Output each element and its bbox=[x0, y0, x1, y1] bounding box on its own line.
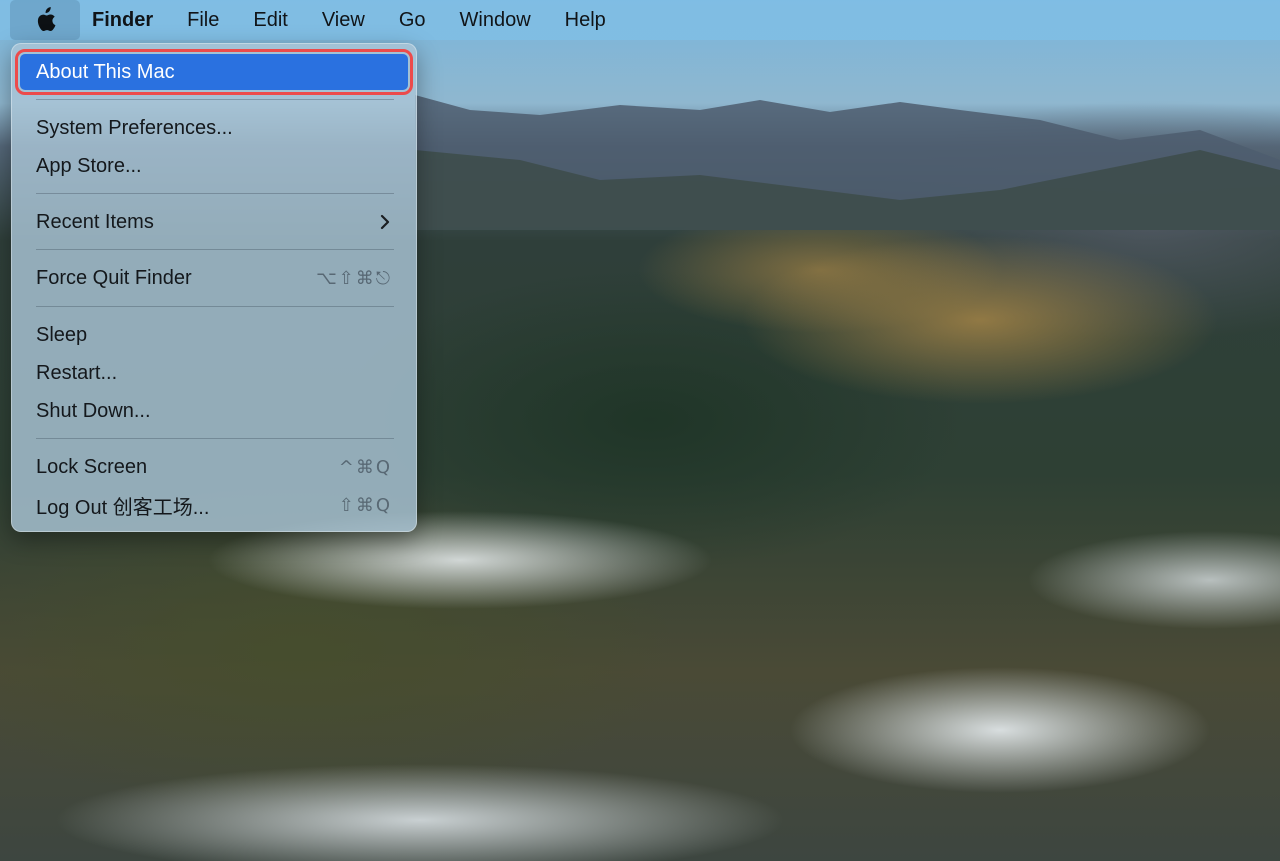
menu-separator bbox=[36, 99, 394, 100]
menu-app-finder[interactable]: Finder bbox=[80, 0, 170, 40]
menu-separator bbox=[36, 306, 394, 307]
menu-item-label: Restart... bbox=[36, 361, 118, 384]
menu-item-force-quit-finder[interactable]: Force Quit Finder ⌥⇧⌘⎋ bbox=[20, 260, 408, 296]
menu-item-system-preferences[interactable]: System Preferences... bbox=[20, 110, 408, 146]
force-quit-shortcut: ⌥⇧⌘⎋ bbox=[315, 267, 392, 289]
menu-go[interactable]: Go bbox=[382, 0, 443, 40]
apple-menu-dropdown: About This Mac System Preferences... App… bbox=[11, 43, 417, 532]
menu-separator bbox=[36, 438, 394, 439]
menu-separator bbox=[36, 249, 394, 250]
menu-file[interactable]: File bbox=[170, 0, 236, 40]
menu-item-recent-items[interactable]: Recent Items bbox=[20, 204, 408, 240]
menu-item-label: Recent Items bbox=[36, 210, 154, 233]
apple-menu-button[interactable] bbox=[10, 0, 80, 40]
chevron-right-icon bbox=[380, 214, 390, 230]
menu-item-app-store[interactable]: App Store... bbox=[20, 148, 408, 184]
menu-item-sleep[interactable]: Sleep bbox=[20, 317, 408, 353]
lock-screen-shortcut: ^⌘Q bbox=[338, 456, 392, 478]
menu-item-label: App Store... bbox=[36, 154, 142, 177]
log-out-shortcut: ⇧⌘Q bbox=[338, 494, 392, 516]
menu-item-label: Shut Down... bbox=[36, 399, 151, 422]
menu-help[interactable]: Help bbox=[548, 0, 623, 40]
menu-item-label: Force Quit Finder bbox=[36, 266, 192, 289]
menu-item-restart[interactable]: Restart... bbox=[20, 355, 408, 391]
menu-item-label: About This Mac bbox=[36, 60, 175, 83]
menu-item-shut-down[interactable]: Shut Down... bbox=[20, 393, 408, 429]
menu-item-about-this-mac[interactable]: About This Mac bbox=[15, 49, 413, 95]
menu-window[interactable]: Window bbox=[443, 0, 548, 40]
menu-separator bbox=[36, 193, 394, 194]
menu-item-label: Log Out 创客工场... bbox=[36, 496, 210, 519]
menu-item-log-out[interactable]: Log Out 创客工场... ⇧⌘Q bbox=[20, 487, 408, 523]
menu-bar: Finder File Edit View Go Window Help bbox=[0, 0, 1280, 40]
menu-edit[interactable]: Edit bbox=[236, 0, 304, 40]
menu-item-label: Lock Screen bbox=[36, 455, 148, 478]
menu-item-lock-screen[interactable]: Lock Screen ^⌘Q bbox=[20, 449, 408, 485]
menu-item-label: System Preferences... bbox=[36, 116, 233, 139]
menu-item-label: Sleep bbox=[36, 323, 88, 346]
menu-view[interactable]: View bbox=[305, 0, 382, 40]
apple-logo-icon bbox=[37, 7, 56, 31]
